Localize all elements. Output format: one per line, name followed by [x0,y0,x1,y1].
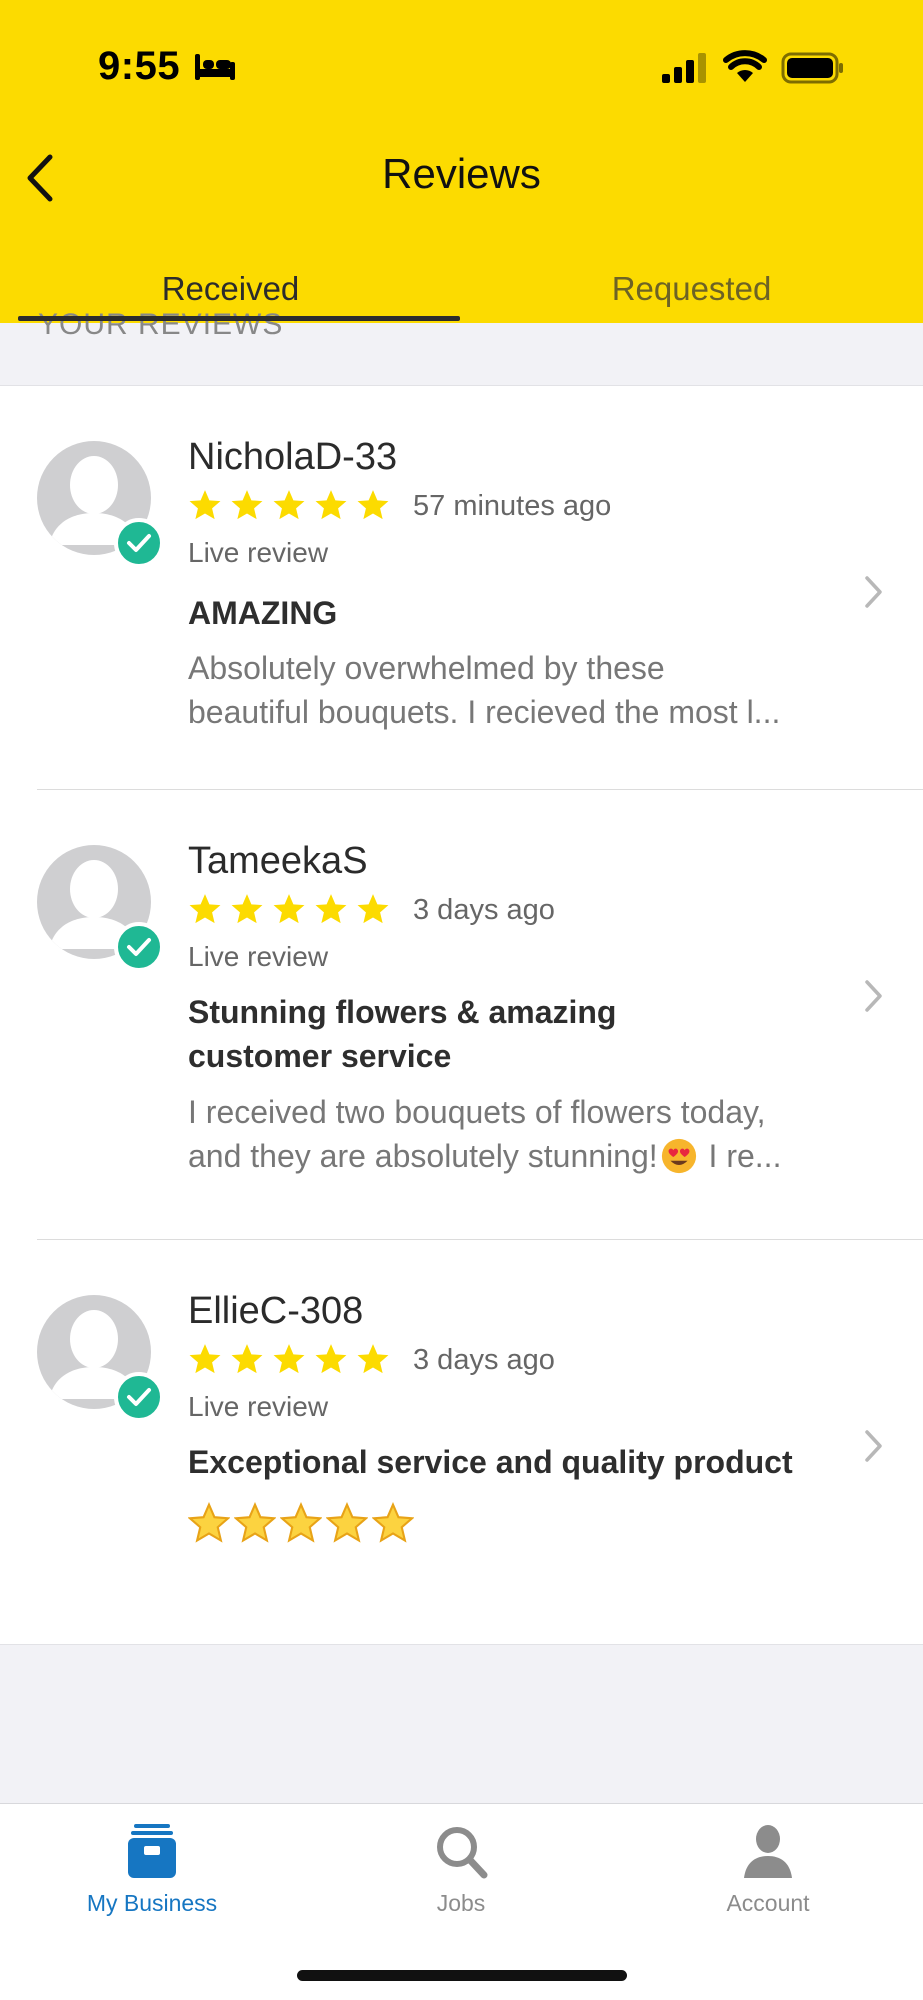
review-item[interactable]: NicholaD-33 57 minutes ago Live review A… [0,386,923,790]
tab-account-label: Account [726,1890,810,1916]
sleep-focus-icon [195,54,235,80]
star-emoji-icon [326,1502,368,1543]
star-emoji-icon [234,1502,276,1543]
cellular-signal-icon [662,53,706,83]
avatar [37,441,164,568]
star-icon [189,1344,221,1374]
review-body: I received two bouquets of flowers today… [188,1090,838,1178]
star-rating [188,488,390,522]
home-indicator [297,1970,627,1981]
star-icon [357,1344,389,1374]
status-time: 9:55 [98,44,181,88]
page-title: Reviews [382,150,541,197]
app-root: 9:55 Reviews Received Requested YOUR REV… [0,0,923,2000]
star-rating [188,1342,390,1376]
review-title: AMAZING [188,591,828,635]
battery-icon [781,52,843,84]
section-label: YOUR REVIEWS [38,308,284,341]
star-icon [273,1344,305,1374]
review-body-line: and they are absolutely stunning! I re..… [188,1134,838,1178]
reviews-list: NicholaD-33 57 minutes ago Live review A… [0,385,923,1645]
star-icon [231,894,263,924]
star-emoji-icon [188,1502,230,1543]
star-icon [231,490,263,520]
person-icon [744,1825,792,1878]
review-item[interactable]: EllieC-308 3 days ago Live review Except… [0,1240,923,1645]
review-title-line: customer service [188,1038,452,1074]
briefcase-icon [128,1824,176,1878]
review-body-text: and they are absolutely stunning! [188,1138,658,1174]
tab-requested-label: Requested [611,269,772,307]
tab-received-label: Received [161,269,300,307]
chevron-right-icon [865,576,882,608]
star-icon [273,490,305,520]
review-status: Live review [188,1391,329,1422]
review-title-line: Stunning flowers & amazing [188,994,617,1030]
review-status: Live review [188,537,329,568]
review-body-line: I received two bouquets of flowers today… [188,1094,766,1130]
checkmark-icon [127,534,151,552]
star-icon [189,894,221,924]
star-rating [188,892,390,926]
review-body-text: I re... [699,1138,782,1174]
search-icon [437,1827,488,1879]
star-icon [273,894,305,924]
review-title: Stunning flowers & amazing customer serv… [188,990,828,1078]
avatar [37,1295,164,1422]
tab-jobs[interactable]: Jobs [361,1804,561,1944]
verified-badge [114,922,164,972]
review-item[interactable]: TameekaS 3 days ago Live review Stunning… [0,790,923,1240]
verified-badge [114,518,164,568]
review-status: Live review [188,941,329,972]
reviewer-name: NicholaD-33 [188,436,398,478]
star-icon [315,490,347,520]
review-body: Absolutely overwhelmed by these beautifu… [188,646,838,734]
star-emoji-icon [280,1502,322,1543]
tab-account[interactable]: Account [668,1804,868,1944]
checkmark-icon [127,938,151,956]
star-icon [315,1344,347,1374]
review-title: Exceptional service and quality product [188,1440,888,1484]
review-title-line: Exceptional service and quality product [188,1444,793,1480]
verified-badge [114,1372,164,1422]
review-body-line: Absolutely overwhelmed by these [188,650,665,686]
review-time: 57 minutes ago [413,490,612,522]
review-time: 3 days ago [413,894,555,926]
wifi-icon [723,50,767,82]
star-icon [357,894,389,924]
tab-jobs-label: Jobs [436,1890,486,1916]
review-body-emoji-stars [188,1502,414,1544]
tab-requested[interactable]: Requested [461,254,922,323]
chevron-right-icon [865,980,882,1012]
star-icon [357,490,389,520]
avatar [37,845,164,972]
star-icon [189,490,221,520]
star-icon [315,894,347,924]
reviewer-name: TameekaS [188,840,368,882]
header: 9:55 Reviews Received Requested [0,0,923,323]
checkmark-icon [127,1388,151,1406]
reviewer-name: EllieC-308 [188,1290,364,1332]
review-time: 3 days ago [413,1344,555,1376]
review-body-line: beautiful bouquets. I recieved the most … [188,694,781,730]
tab-my-business-label: My Business [86,1890,218,1916]
heart-eyes-emoji-icon [661,1138,696,1174]
star-icon [231,1344,263,1374]
tab-my-business[interactable]: My Business [52,1804,252,1944]
chevron-right-icon [865,1430,882,1462]
star-emoji-icon [372,1502,414,1543]
review-title-line: AMAZING [188,595,338,631]
active-tab-indicator [18,316,460,321]
